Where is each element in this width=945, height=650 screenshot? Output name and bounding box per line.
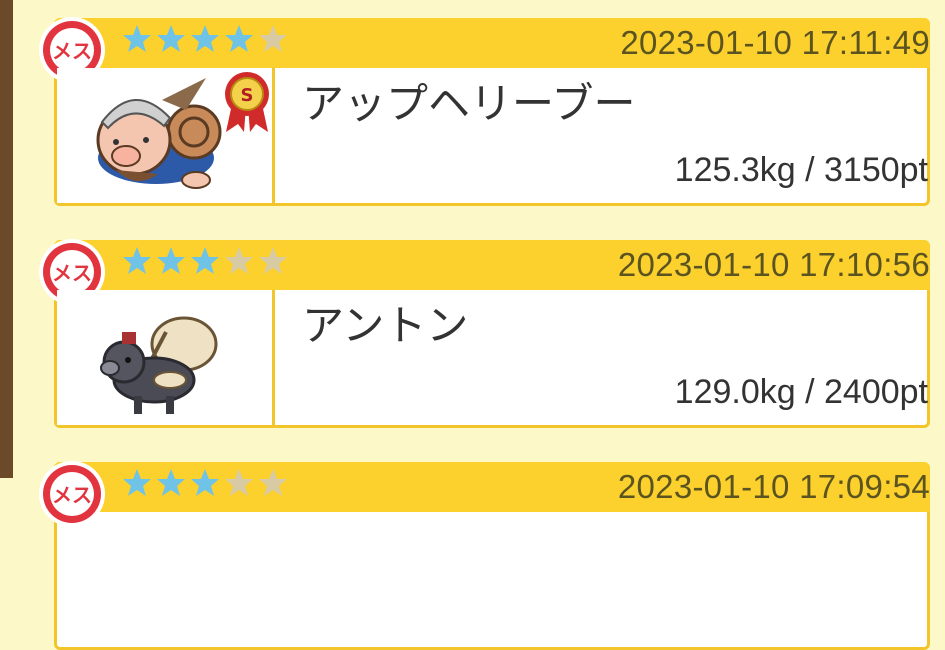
weight-points: 125.3kg / 3150pt: [674, 151, 928, 189]
left-rail: [0, 0, 13, 478]
star-filled-icon: [156, 246, 186, 278]
star-filled-icon: [190, 246, 220, 278]
timestamp: 2023-01-10 17:11:49: [620, 24, 930, 61]
pig-name: アップヘリーブー: [302, 79, 636, 128]
gender-label: メス: [52, 261, 92, 285]
timestamp: 2023-01-10 17:09:54: [617, 468, 930, 505]
sack-pig-icon: [66, 292, 236, 422]
rank-s-badge-icon: S: [222, 70, 272, 134]
star-filled-icon: [156, 468, 186, 500]
star-empty-icon: [224, 468, 254, 500]
star-empty-icon: [258, 24, 288, 56]
list-item[interactable]: メス 2023-01-10 17:11:49 S アップヘリーブー 125.3k…: [36, 0, 931, 206]
female-gender-icon: メス: [36, 458, 108, 548]
star-empty-icon: [258, 468, 288, 500]
star-empty-icon: [224, 246, 254, 278]
star-rating: [122, 468, 292, 508]
star-filled-icon: [122, 246, 152, 278]
star-empty-icon: [258, 246, 288, 278]
rank-badge-label: S: [241, 85, 254, 106]
star-filled-icon: [122, 468, 152, 500]
star-filled-icon: [156, 24, 186, 56]
viking-pig-icon: [66, 70, 236, 200]
star-rating: [122, 246, 292, 286]
gender-label: メス: [52, 483, 92, 507]
gender-label: メス: [52, 39, 92, 63]
pig-name: アントン: [302, 301, 469, 350]
weight-points: 129.0kg / 2400pt: [674, 373, 928, 411]
star-filled-icon: [190, 468, 220, 500]
star-rating: [122, 24, 292, 64]
star-filled-icon: [224, 24, 254, 56]
star-filled-icon: [190, 24, 220, 56]
pig-record-list[interactable]: メス 2023-01-10 17:11:49 S アップヘリーブー 125.3k…: [36, 0, 936, 650]
star-filled-icon: [122, 24, 152, 56]
list-item[interactable]: メス 2023-01-10 17:10:56 アントン 129.0kg / 24…: [36, 222, 931, 428]
timestamp: 2023-01-10 17:10:56: [617, 246, 930, 283]
list-item[interactable]: メス 2023-01-10 17:09:54: [36, 444, 931, 650]
